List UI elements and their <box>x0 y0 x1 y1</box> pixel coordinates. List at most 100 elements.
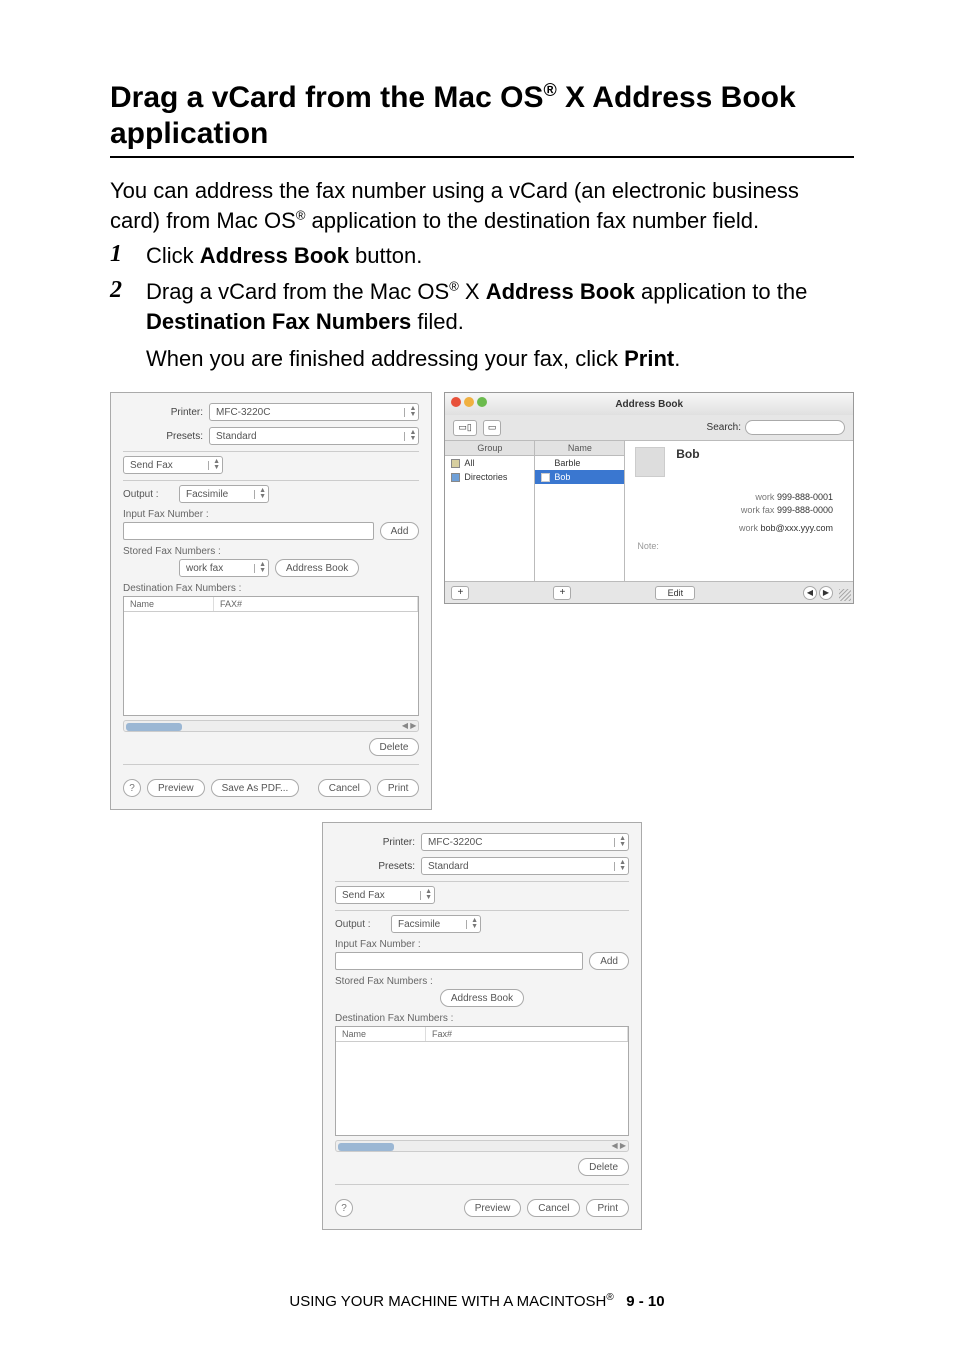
note-label: Note: <box>635 541 843 551</box>
save-pdf-button[interactable]: Save As PDF... <box>211 779 300 797</box>
group-all[interactable]: All <box>445 456 534 470</box>
search-input[interactable] <box>745 420 845 435</box>
view-card-and-columns-button[interactable]: ▭▯ <box>453 420 476 436</box>
col-name-2: Name <box>336 1027 426 1041</box>
group-column: Group All Directories <box>445 441 535 581</box>
step2-bold1: Address Book <box>486 279 635 304</box>
card-details: work 999-888-0001 work fax 999-888-0000 … <box>635 491 843 535</box>
printer-select[interactable]: MFC-3220C▲▼ <box>209 403 419 421</box>
add-contact-button[interactable]: + <box>553 586 571 600</box>
step-2: 2 Drag a vCard from the Mac OS® X Addres… <box>146 277 854 374</box>
dest-fax-label-2: Destination Fax Numbers : <box>335 1013 629 1024</box>
address-book-title: Address Book <box>615 399 683 410</box>
help-button[interactable]: ? <box>123 779 141 797</box>
add-button-2[interactable]: Add <box>589 952 629 970</box>
panel-select[interactable]: Send Fax▲▼ <box>123 456 223 474</box>
input-fax-field-2[interactable] <box>335 952 583 970</box>
contact-barble[interactable]: Barble <box>535 456 624 470</box>
add-button[interactable]: Add <box>380 522 420 540</box>
output-select[interactable]: Facsimile▲▼ <box>179 485 269 503</box>
output-value: Facsimile <box>186 489 228 500</box>
prev-card-button[interactable]: ◀ <box>803 586 817 600</box>
contact-bob-label: Bob <box>554 472 570 482</box>
view-card-only-button[interactable]: ▭ <box>483 420 502 436</box>
work-number: 999-888-0001 <box>777 492 833 502</box>
table-scrollbar-2[interactable]: ◀ ▶ <box>335 1140 629 1152</box>
preview-button[interactable]: Preview <box>147 779 205 797</box>
dest-fax-table-2[interactable]: Name Fax# <box>335 1026 629 1136</box>
resize-handle[interactable] <box>839 589 851 601</box>
stored-fax-label: Stored Fax Numbers : <box>123 546 419 557</box>
step1-post: button. <box>349 243 422 268</box>
address-book-button-2[interactable]: Address Book <box>440 989 524 1007</box>
step2-line3-bold: Print <box>624 346 674 371</box>
panel-select-2[interactable]: Send Fax▲▼ <box>335 886 435 904</box>
cancel-button-2[interactable]: Cancel <box>527 1199 580 1217</box>
address-book-button[interactable]: Address Book <box>275 559 359 577</box>
address-book-window: Address Book ▭▯ ▭ Search: Group All Dire… <box>444 392 854 604</box>
step2-mid2: application to the <box>635 279 807 304</box>
presets-label-2: Presets: <box>335 861 415 872</box>
address-book-titlebar: Address Book <box>445 393 853 415</box>
help-button-2[interactable]: ? <box>335 1199 353 1217</box>
page-heading: Drag a vCard from the Mac OS® X Address … <box>110 80 854 152</box>
footer-reg: ® <box>606 1292 613 1303</box>
input-fax-label: Input Fax Number : <box>123 509 419 520</box>
output-label: Output : <box>123 489 173 500</box>
screenshot-row-2: Printer: MFC-3220C▲▼ Presets: Standard▲▼… <box>110 822 854 1230</box>
card-nav: ◀ ▶ <box>803 586 833 600</box>
heading-pre: Drag a vCard from the Mac OS <box>110 81 543 114</box>
print-dialog-1: Printer: MFC-3220C▲▼ Presets: Standard▲▼… <box>110 392 432 810</box>
next-card-button[interactable]: ▶ <box>819 586 833 600</box>
step2-pre: Drag a vCard from the Mac OS <box>146 279 449 304</box>
print-button-2[interactable]: Print <box>586 1199 629 1217</box>
intro-reg: ® <box>296 207 306 222</box>
panel-value-2: Send Fax <box>342 890 385 901</box>
footer-text: USING YOUR MACHINE WITH A MACINTOSH <box>289 1293 606 1310</box>
presets-select-2[interactable]: Standard▲▼ <box>421 857 629 875</box>
edit-button[interactable]: Edit <box>655 586 695 600</box>
print-button[interactable]: Print <box>377 779 420 797</box>
work-fax-number: 999-888-0000 <box>777 505 833 515</box>
add-group-button[interactable]: + <box>451 586 469 600</box>
stored-fax-select[interactable]: work fax▲▼ <box>179 559 269 577</box>
address-book-toolbar: ▭▯ ▭ Search: <box>445 415 853 441</box>
contact-bob[interactable]: Bob <box>535 470 624 484</box>
intro-text-2: application to the destination fax numbe… <box>305 208 759 233</box>
stored-fax-label-2: Stored Fax Numbers : <box>335 976 629 987</box>
step1-bold: Address Book <box>200 243 349 268</box>
close-icon[interactable] <box>451 397 461 407</box>
printer-select-2[interactable]: MFC-3220C▲▼ <box>421 833 629 851</box>
table-scrollbar[interactable]: ◀ ▶ <box>123 720 419 732</box>
page-footer: USING YOUR MACHINE WITH A MACINTOSH® 9 -… <box>0 1292 954 1310</box>
step-1: 1 Click Address Book button. <box>146 241 854 271</box>
screenshot-row-1: Printer: MFC-3220C▲▼ Presets: Standard▲▼… <box>110 392 854 810</box>
col-name: Name <box>124 597 214 611</box>
output-select-2[interactable]: Facsimile▲▼ <box>391 915 481 933</box>
input-fax-field[interactable] <box>123 522 374 540</box>
card-name: Bob <box>676 447 699 461</box>
step2-reg: ® <box>449 279 459 294</box>
step2-mid: X <box>459 279 486 304</box>
preview-button-2[interactable]: Preview <box>464 1199 522 1217</box>
cancel-button[interactable]: Cancel <box>318 779 371 797</box>
output-label-2: Output : <box>335 919 385 930</box>
presets-select[interactable]: Standard▲▼ <box>209 427 419 445</box>
presets-value: Standard <box>216 431 257 442</box>
output-value-2: Facsimile <box>398 919 440 930</box>
delete-button[interactable]: Delete <box>369 738 420 756</box>
delete-button-2[interactable]: Delete <box>578 1158 629 1176</box>
zoom-icon[interactable] <box>477 397 487 407</box>
window-controls[interactable] <box>451 397 487 407</box>
group-all-label: All <box>464 458 474 468</box>
group-directories[interactable]: Directories <box>445 470 534 484</box>
contact-barble-label: Barble <box>554 458 580 468</box>
work-email: bob@xxx.yyy.com <box>761 523 834 533</box>
dest-fax-table[interactable]: Name FAX# <box>123 596 419 716</box>
minimize-icon[interactable] <box>464 397 474 407</box>
group-dirs-label: Directories <box>464 472 507 482</box>
work-email-label: work <box>739 523 758 533</box>
name-header: Name <box>535 441 624 456</box>
printer-label: Printer: <box>123 407 203 418</box>
step-2-number: 2 <box>110 277 122 304</box>
